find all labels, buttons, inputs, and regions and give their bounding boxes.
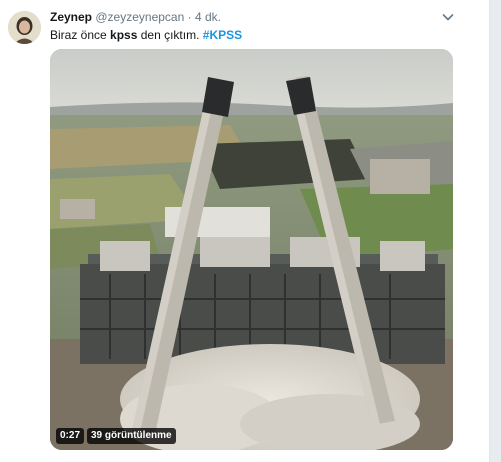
- chevron-down-icon[interactable]: [441, 10, 455, 24]
- tweet-text-part: den çıktım.: [137, 28, 200, 42]
- tweet-card[interactable]: Zeynep @zeyzeynepcan · 4 dk. Biraz önce …: [0, 0, 490, 462]
- user-handle[interactable]: @zeyzeynepcan: [95, 10, 184, 24]
- view-count-badge: 39 görüntülenme: [87, 428, 176, 444]
- tweet-text-bold: kpss: [110, 28, 138, 42]
- hashtag-link[interactable]: #KPSS: [203, 28, 242, 42]
- tweet-text: Biraz önce kpss den çıktım. #KPSS: [50, 27, 242, 43]
- display-name[interactable]: Zeynep: [50, 10, 92, 24]
- avatar[interactable]: [8, 11, 41, 44]
- video-player[interactable]: 0:27 39 görüntülenme: [50, 49, 453, 450]
- tweet-time[interactable]: 4 dk.: [195, 10, 221, 24]
- tweet-header: Zeynep @zeyzeynepcan · 4 dk.: [50, 10, 221, 25]
- video-duration-badge: 0:27: [56, 428, 85, 444]
- scrollbar-track[interactable]: [490, 0, 501, 462]
- separator-dot: ·: [187, 10, 192, 24]
- video-frame: [50, 49, 453, 450]
- tweet-text-part: Biraz önce: [50, 28, 111, 42]
